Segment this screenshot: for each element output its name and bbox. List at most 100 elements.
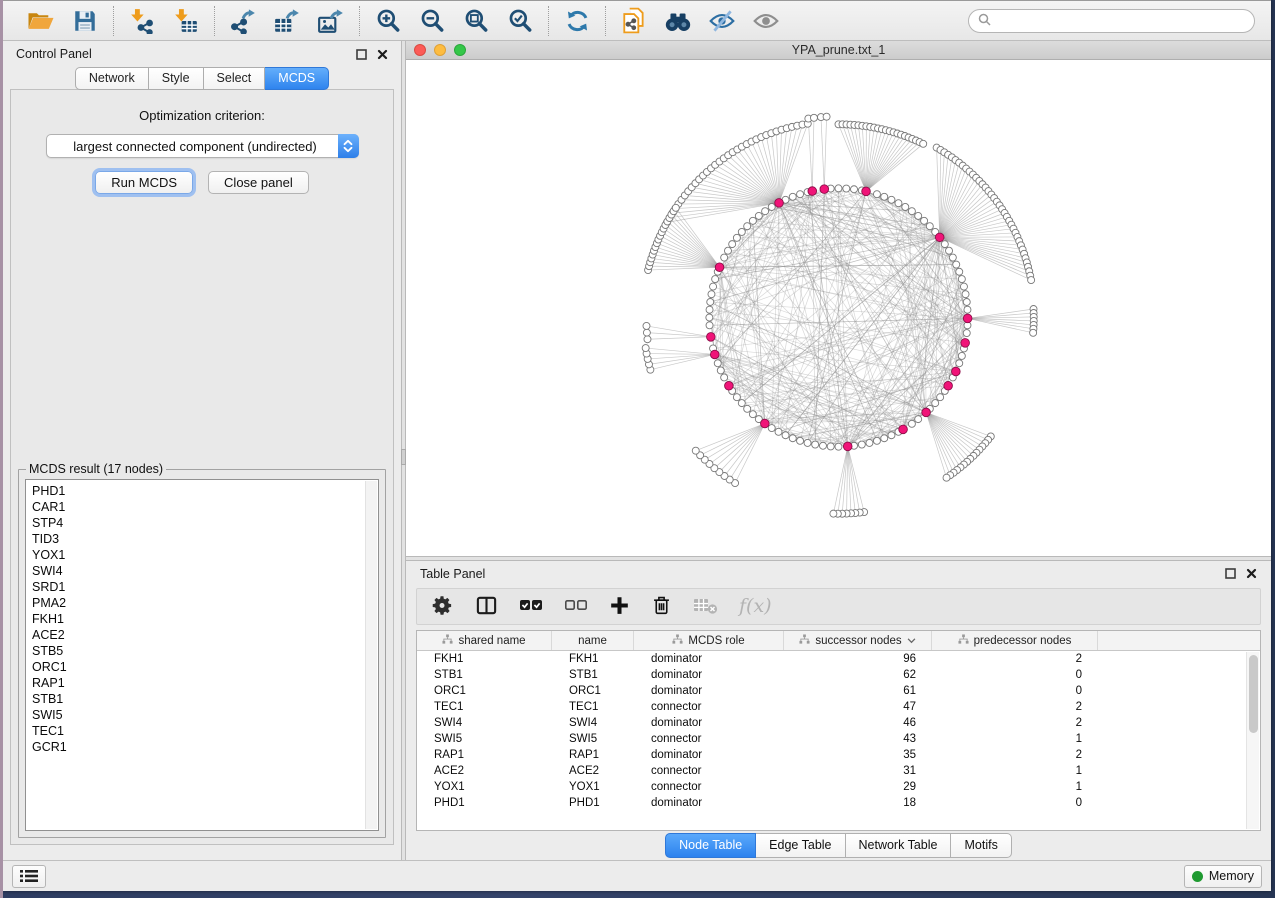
graph-node[interactable] (738, 228, 745, 235)
mcds-hub-node[interactable] (944, 381, 953, 390)
graph-node[interactable] (643, 322, 650, 329)
graph-node[interactable] (941, 241, 948, 248)
graph-node[interactable] (706, 314, 713, 321)
graph-node[interactable] (827, 443, 834, 450)
column-header-name[interactable]: name (552, 631, 634, 650)
graph-node[interactable] (1028, 277, 1035, 284)
graph-node[interactable] (881, 435, 888, 442)
column-header-successor-nodes[interactable]: successor nodes (784, 631, 932, 650)
mcds-result-item[interactable]: PMA2 (32, 595, 378, 611)
deselect-all-button[interactable] (564, 595, 588, 618)
table-row[interactable]: SWI4SWI4dominator462 (417, 715, 1260, 731)
graph-node[interactable] (643, 329, 650, 336)
graph-node[interactable] (873, 191, 880, 198)
graph-node[interactable] (714, 360, 721, 367)
select-all-button[interactable] (519, 595, 543, 618)
graph-node[interactable] (926, 223, 933, 230)
tab-node-table[interactable]: Node Table (665, 833, 756, 858)
graph-node[interactable] (692, 447, 699, 454)
export-network-button[interactable] (228, 6, 258, 36)
graph-node[interactable] (744, 223, 751, 230)
mcds-hub-node[interactable] (775, 199, 784, 208)
mcds-hub-node[interactable] (725, 381, 734, 390)
mcds-hub-node[interactable] (952, 367, 961, 376)
mcds-result-item[interactable]: SWI5 (32, 707, 378, 723)
mcds-hub-node[interactable] (808, 187, 817, 196)
memory-button[interactable]: Memory (1184, 865, 1262, 888)
graph-node[interactable] (949, 254, 956, 261)
zoom-fit-button[interactable] (461, 6, 491, 36)
graph-node[interactable] (712, 276, 719, 283)
graph-node[interactable] (797, 191, 804, 198)
show-eye-button[interactable] (751, 6, 781, 36)
table-row[interactable]: PHD1PHD1dominator180 (417, 795, 1260, 811)
graph-node[interactable] (672, 204, 679, 211)
graph-node[interactable] (835, 443, 842, 450)
table-float-icon[interactable] (1225, 568, 1236, 579)
import-network-button[interactable] (127, 6, 157, 36)
close-panel-icon[interactable] (377, 49, 388, 60)
mcds-result-item[interactable]: PHD1 (32, 483, 378, 499)
network-canvas[interactable] (406, 60, 1271, 556)
mcds-hub-node[interactable] (963, 314, 972, 323)
graph-node[interactable] (789, 435, 796, 442)
table-scrollbar[interactable] (1246, 652, 1259, 829)
graph-node[interactable] (755, 212, 762, 219)
graph-node[interactable] (920, 140, 927, 147)
zoom-in-button[interactable] (373, 6, 403, 36)
graph-node[interactable] (956, 268, 963, 275)
graph-node[interactable] (729, 241, 736, 248)
mcds-result-item[interactable]: SRD1 (32, 579, 378, 595)
save-session-button[interactable] (70, 6, 100, 36)
table-row[interactable]: YOX1YOX1connector291 (417, 779, 1260, 795)
table-row[interactable]: ORC1ORC1dominator610 (417, 683, 1260, 699)
mcds-result-list[interactable]: PHD1CAR1STP4TID3YOX1SWI4SRD1PMA2FKH1ACE2… (25, 479, 379, 831)
graph-node[interactable] (830, 510, 837, 517)
graph-node[interactable] (943, 474, 950, 481)
tab-mcds[interactable]: MCDS (265, 67, 329, 90)
graph-node[interactable] (733, 394, 740, 401)
tab-network-table[interactable]: Network Table (846, 833, 952, 858)
zoom-selected-button[interactable] (505, 6, 535, 36)
graph-node[interactable] (915, 212, 922, 219)
graph-node[interactable] (946, 247, 953, 254)
window-close-icon[interactable] (414, 44, 426, 56)
search-network-button[interactable] (663, 6, 693, 36)
column-header-MCDS-role[interactable]: MCDS role (634, 631, 784, 650)
graph-node[interactable] (956, 360, 963, 367)
graph-node[interactable] (963, 298, 970, 305)
zoom-out-button[interactable] (417, 6, 447, 36)
import-table-button[interactable] (171, 6, 201, 36)
mcds-result-item[interactable]: GCR1 (32, 739, 378, 755)
graph-node[interactable] (915, 416, 922, 423)
graph-node[interactable] (749, 217, 756, 224)
tab-edge-table[interactable]: Edge Table (756, 833, 845, 858)
tab-motifs[interactable]: Motifs (951, 833, 1011, 858)
graph-node[interactable] (644, 336, 651, 343)
graph-node[interactable] (958, 276, 965, 283)
graph-node[interactable] (843, 185, 850, 192)
graph-node[interactable] (642, 345, 649, 352)
graph-node[interactable] (1030, 329, 1037, 336)
graph-node[interactable] (724, 247, 731, 254)
gear-button[interactable] (431, 594, 454, 620)
column-header-shared-name[interactable]: shared name (417, 631, 552, 650)
search-input[interactable] (996, 14, 1245, 28)
graph-node[interactable] (921, 217, 928, 224)
task-history-button[interactable] (12, 865, 46, 888)
graph-node[interactable] (964, 306, 971, 313)
mcds-hub-node[interactable] (922, 408, 931, 417)
mcds-result-item[interactable]: SWI4 (32, 563, 378, 579)
list-scrollbar[interactable] (365, 481, 377, 829)
criterion-dropdown[interactable]: largest connected component (undirected) (46, 134, 359, 158)
graph-node[interactable] (888, 196, 895, 203)
graph-node[interactable] (963, 330, 970, 337)
graph-node[interactable] (937, 394, 944, 401)
graph-node[interactable] (782, 432, 789, 439)
graph-node[interactable] (721, 254, 728, 261)
mcds-hub-node[interactable] (899, 425, 908, 434)
graph-node[interactable] (858, 441, 865, 448)
graph-node[interactable] (749, 411, 756, 418)
mcds-result-item[interactable]: TEC1 (32, 723, 378, 739)
graph-node[interactable] (721, 374, 728, 381)
